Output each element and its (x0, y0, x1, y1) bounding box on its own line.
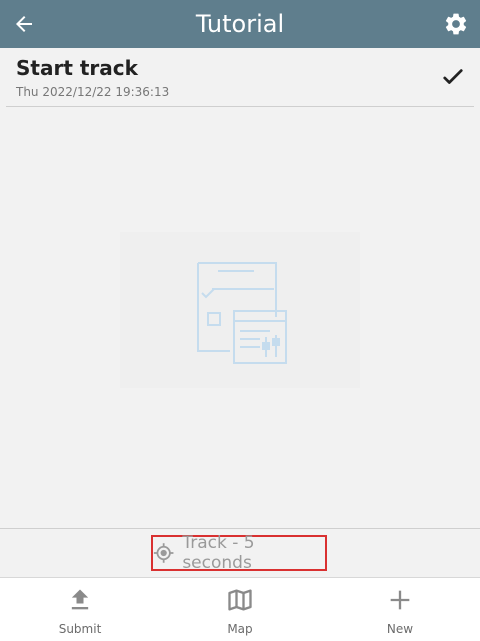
tab-label-submit: Submit (58, 622, 102, 636)
settings-button[interactable] (442, 10, 470, 38)
item-timestamp: Thu 2022/12/22 19:36:13 (16, 85, 170, 99)
plus-icon (390, 590, 410, 610)
tab-label-map: Map (227, 622, 253, 636)
checkmark-icon (443, 69, 463, 84)
tab-new[interactable]: New (320, 578, 480, 641)
tab-submit[interactable]: Submit (0, 578, 160, 641)
track-label: Track - 5 seconds (182, 533, 255, 573)
tab-map[interactable]: Map (160, 578, 320, 641)
list-item[interactable]: Start track Thu 2022/12/22 19:36:13 (6, 48, 474, 107)
track-button[interactable]: Track - 5 seconds (151, 533, 327, 573)
form-checklist-icon (197, 262, 287, 364)
map-icon (228, 589, 252, 611)
upload-icon (71, 589, 89, 610)
app-header: Tutorial (0, 0, 480, 48)
gear-icon (445, 13, 467, 35)
item-title: Start track (16, 56, 138, 80)
track-bar: Track - 5 seconds (0, 528, 480, 577)
empty-state-illustration (120, 232, 360, 388)
bottom-tab-bar: Submit Map New (0, 577, 480, 641)
tab-label-new: New (386, 622, 414, 636)
gps-target-icon (153, 543, 174, 563)
page-title: Tutorial (195, 10, 285, 38)
